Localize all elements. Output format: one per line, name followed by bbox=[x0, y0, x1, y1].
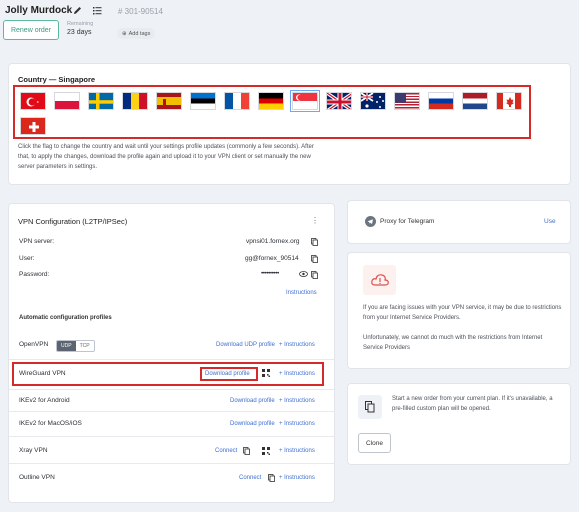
flag-usa[interactable] bbox=[394, 92, 420, 110]
auto-config-title: Automatic configuration profiles bbox=[19, 315, 112, 321]
flag-australia[interactable] bbox=[360, 92, 386, 110]
flag-united-kingdom[interactable] bbox=[326, 92, 352, 110]
divider bbox=[9, 359, 334, 360]
ikev2-android-label: IKEv2 for Android bbox=[19, 397, 70, 404]
flag-spain[interactable] bbox=[156, 92, 182, 110]
clone-button[interactable]: Clone bbox=[358, 433, 391, 453]
connect-link[interactable]: Connect bbox=[215, 448, 237, 454]
copy-icon[interactable] bbox=[311, 271, 318, 279]
flag-poland[interactable] bbox=[54, 92, 80, 110]
qr-code-icon[interactable] bbox=[262, 447, 270, 457]
instructions-link[interactable]: + Instructions bbox=[279, 398, 315, 404]
protocol-toggle[interactable]: UDP TCP bbox=[56, 340, 95, 352]
telegram-proxy-label: Proxy for Telegram bbox=[380, 218, 435, 225]
pencil-icon[interactable] bbox=[72, 5, 83, 16]
eye-icon[interactable] bbox=[299, 270, 308, 280]
divider bbox=[9, 411, 334, 412]
download-profile-link[interactable]: Download profile bbox=[205, 371, 250, 377]
download-profile-link[interactable]: Download profile bbox=[230, 421, 275, 427]
plus-icon: ⊕ bbox=[122, 30, 127, 37]
qr-code-icon[interactable] bbox=[262, 369, 270, 379]
isp-restriction-text: Unfortunately, we cannot do much with th… bbox=[363, 335, 543, 351]
download-udp-profile-link[interactable]: Download UDP profile bbox=[216, 342, 275, 348]
renew-order-button[interactable]: Renew order bbox=[3, 20, 59, 40]
remaining-value: 23 days bbox=[67, 29, 92, 36]
copy-icon[interactable] bbox=[268, 474, 275, 482]
ikev2-macos-label: IKEv2 for MacOS/iOS bbox=[19, 420, 82, 427]
instructions-link[interactable]: + Instructions bbox=[279, 448, 315, 454]
flag-russia[interactable] bbox=[428, 92, 454, 110]
flag-sweden[interactable] bbox=[88, 92, 114, 110]
instructions-link[interactable]: + Instructions bbox=[279, 342, 315, 348]
instructions-link[interactable]: + Instructions bbox=[279, 475, 315, 481]
user-label: User: bbox=[19, 255, 35, 262]
isp-warning-text: If you are facing issues with your VPN s… bbox=[363, 305, 562, 321]
flag-turkey[interactable] bbox=[20, 92, 46, 110]
divider bbox=[9, 463, 334, 464]
flag-estonia[interactable] bbox=[190, 92, 216, 110]
telegram-icon bbox=[365, 216, 376, 227]
page-title: Jolly Murdock bbox=[5, 5, 73, 16]
udp-option[interactable]: UDP bbox=[57, 341, 76, 351]
country-title: Country — Singapore bbox=[18, 75, 96, 84]
xray-label: Xray VPN bbox=[19, 447, 48, 454]
instructions-link[interactable]: + Instructions bbox=[279, 421, 315, 427]
use-telegram-proxy-link[interactable]: Use bbox=[544, 218, 556, 225]
flag-switzerland[interactable] bbox=[20, 117, 46, 135]
vpn-config-title: VPN Configuration (L2TP/IPSec) bbox=[18, 217, 128, 226]
user-value: gg@fornex_90514 bbox=[245, 255, 299, 262]
clone-description: Start a new order from your current plan… bbox=[392, 396, 553, 412]
list-icon[interactable] bbox=[92, 5, 103, 16]
flag-romania[interactable] bbox=[122, 92, 148, 110]
download-profile-link[interactable]: Download profile bbox=[230, 398, 275, 404]
warning-cloud-icon bbox=[363, 265, 396, 295]
password-label: Password: bbox=[19, 271, 50, 278]
copy-icon[interactable] bbox=[311, 255, 318, 263]
order-id: # 301-90514 bbox=[118, 7, 163, 16]
copy-icon[interactable] bbox=[243, 447, 250, 455]
instructions-link[interactable]: Instructions bbox=[286, 290, 317, 296]
flag-france[interactable] bbox=[224, 92, 250, 110]
divider bbox=[9, 389, 334, 390]
flag-netherlands[interactable] bbox=[462, 92, 488, 110]
flag-germany[interactable] bbox=[258, 92, 284, 110]
country-description: Click the flag to change the country and… bbox=[18, 144, 314, 170]
tcp-option[interactable]: TCP bbox=[75, 341, 94, 351]
flag-singapore[interactable] bbox=[290, 90, 320, 112]
remaining-label: Remaining bbox=[67, 21, 94, 27]
openvpn-label: OpenVPN bbox=[19, 341, 49, 348]
more-options-icon[interactable]: ⋮ bbox=[311, 216, 319, 225]
vpn-configuration-card bbox=[8, 203, 335, 503]
divider bbox=[9, 436, 334, 437]
wireguard-label: WireGuard VPN bbox=[19, 370, 66, 377]
outline-label: Outline VPN bbox=[19, 474, 55, 481]
clone-icon bbox=[358, 395, 382, 419]
connect-link[interactable]: Connect bbox=[239, 475, 261, 481]
flag-canada[interactable] bbox=[496, 92, 522, 110]
add-tags-label: Add tags bbox=[128, 30, 151, 37]
add-tags-button[interactable]: ⊕ Add tags bbox=[117, 28, 156, 39]
vpn-server-value: vpnsi01.fornex.org bbox=[246, 238, 300, 245]
password-value: •••••••••• bbox=[261, 270, 279, 277]
copy-icon[interactable] bbox=[311, 238, 318, 246]
vpn-server-label: VPN server: bbox=[19, 238, 55, 245]
instructions-link[interactable]: + Instructions bbox=[279, 371, 315, 377]
